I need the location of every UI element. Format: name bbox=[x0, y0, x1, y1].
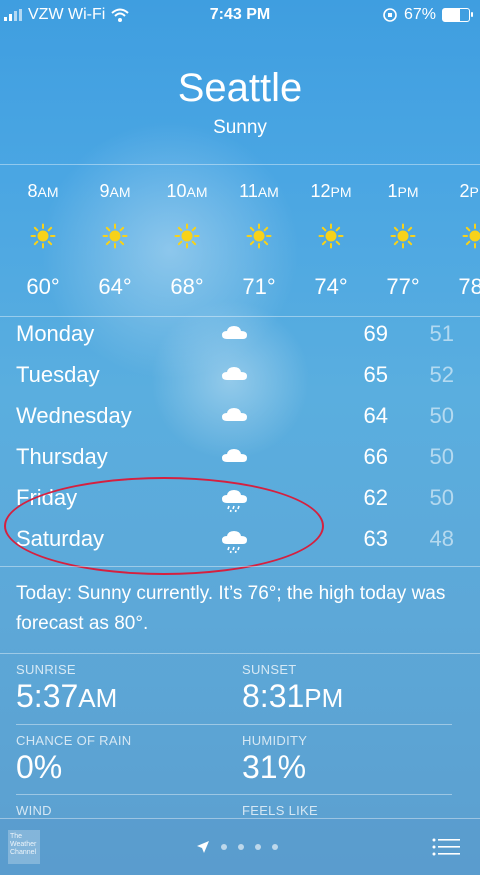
hour-time: 10AM bbox=[166, 181, 208, 201]
hourly-item: 2PM 78° bbox=[445, 165, 480, 316]
humidity-label: HUMIDITY bbox=[242, 733, 308, 748]
hourly-item: 9AM 64° bbox=[85, 165, 145, 316]
hour-temperature: 78° bbox=[458, 274, 480, 299]
orientation-lock-icon bbox=[383, 8, 397, 22]
daily-row: Monday 69 51 bbox=[0, 317, 480, 358]
page-indicator[interactable] bbox=[196, 840, 278, 854]
rain-cloud-icon bbox=[219, 485, 251, 513]
day-high-temp: 69 bbox=[363, 321, 388, 346]
hourly-item: 8AM 60° bbox=[13, 165, 73, 316]
battery-fill bbox=[443, 9, 461, 21]
location-arrow-icon bbox=[197, 841, 209, 853]
weather-channel-logo[interactable]: The Weather Channel bbox=[8, 830, 40, 864]
hour-time: 2PM bbox=[459, 181, 480, 201]
chance-of-rain-label: CHANCE OF RAIN bbox=[16, 733, 132, 748]
battery-percentage: 67% bbox=[403, 6, 436, 23]
list-icon[interactable] bbox=[432, 837, 460, 857]
sun-icon bbox=[102, 223, 128, 249]
daily-row: Tuesday 65 52 bbox=[0, 358, 480, 399]
humidity-detail: HUMIDITY 31% bbox=[242, 733, 462, 786]
sun-icon bbox=[30, 223, 56, 249]
sunrise-ampm: AM bbox=[78, 683, 118, 713]
daily-row: Thursday 66 50 bbox=[0, 440, 480, 481]
day-name: Monday bbox=[16, 321, 95, 346]
details-divider bbox=[16, 794, 452, 795]
day-high-temp: 62 bbox=[363, 485, 388, 510]
sunrise-value: 5:37AM bbox=[16, 678, 236, 715]
day-low-temp: 50 bbox=[429, 444, 454, 469]
hour-time: 11AM bbox=[239, 181, 279, 201]
page-dot bbox=[221, 844, 227, 850]
wind-detail: WIND bbox=[16, 803, 236, 818]
hour-time: 9AM bbox=[99, 181, 131, 201]
daily-row: Friday 62 50 bbox=[0, 481, 480, 522]
sunset-value: 8:31PM bbox=[242, 678, 462, 715]
feels-like-label: FEELS LIKE bbox=[242, 803, 318, 818]
hour-temperature: 60° bbox=[26, 274, 60, 299]
today-summary: Today: Sunny currently. It’s 76°; the hi… bbox=[0, 566, 480, 654]
hour-time: 12PM bbox=[310, 181, 352, 201]
day-high-temp: 64 bbox=[363, 403, 388, 428]
sun-icon bbox=[462, 223, 480, 249]
day-low-temp: 50 bbox=[429, 485, 454, 510]
sun-icon bbox=[390, 223, 416, 249]
city-name: Seattle bbox=[177, 66, 303, 110]
sun-icon bbox=[174, 223, 200, 249]
sunrise-time: 5:37 bbox=[16, 678, 79, 714]
hourly-item: 1PM 77° bbox=[373, 165, 433, 316]
hour-temperature: 71° bbox=[242, 274, 276, 299]
details-divider bbox=[16, 724, 452, 725]
day-low-temp: 52 bbox=[429, 362, 454, 387]
chance-of-rain-detail: CHANCE OF RAIN 0% bbox=[16, 733, 236, 786]
sunrise-detail: SUNRISE 5:37AM bbox=[16, 662, 236, 715]
day-high-temp: 63 bbox=[363, 526, 388, 551]
daily-row: Saturday 63 48 bbox=[0, 522, 480, 563]
sunset-ampm: PM bbox=[304, 683, 344, 713]
current-condition: Sunny bbox=[213, 117, 267, 138]
day-name: Saturday bbox=[16, 526, 105, 551]
sunset-time: 8:31 bbox=[242, 678, 305, 714]
day-high-temp: 66 bbox=[363, 444, 388, 469]
sun-icon bbox=[246, 223, 272, 249]
hour-time: 8AM bbox=[27, 181, 59, 201]
rain-cloud-icon bbox=[219, 526, 251, 554]
sun-icon bbox=[318, 223, 344, 249]
day-name: Thursday bbox=[16, 444, 108, 469]
hourly-item: 12PM 74° bbox=[301, 165, 361, 316]
day-low-temp: 51 bbox=[429, 321, 454, 346]
feels-like-detail: FEELS LIKE bbox=[242, 803, 462, 818]
sunset-detail: SUNSET 8:31PM bbox=[242, 662, 462, 715]
hour-temperature: 77° bbox=[386, 274, 420, 299]
daily-row: Wednesday 64 50 bbox=[0, 399, 480, 440]
page-dot bbox=[272, 844, 278, 850]
hour-time: 1PM bbox=[387, 181, 419, 201]
page-dot bbox=[255, 844, 261, 850]
sunrise-label: SUNRISE bbox=[16, 662, 76, 677]
day-low-temp: 50 bbox=[429, 403, 454, 428]
cloud-icon bbox=[219, 444, 251, 472]
hour-temperature: 68° bbox=[170, 274, 204, 299]
hour-temperature: 64° bbox=[98, 274, 132, 299]
bottom-toolbar: The Weather Channel bbox=[0, 818, 480, 875]
sunset-label: SUNSET bbox=[242, 662, 297, 677]
day-low-temp: 48 bbox=[429, 526, 454, 551]
page-dot bbox=[238, 844, 244, 850]
cloud-icon bbox=[219, 403, 251, 431]
cloud-icon bbox=[219, 362, 251, 390]
day-name: Tuesday bbox=[16, 362, 100, 387]
cloud-icon bbox=[219, 321, 251, 349]
chance-of-rain-value: 0% bbox=[16, 749, 63, 785]
status-bar: VZW Wi-Fi 7:43 PM 67% bbox=[0, 0, 480, 30]
status-right: 67% bbox=[382, 6, 473, 24]
hourly-item: 11AM 71° bbox=[229, 165, 289, 316]
battery-icon bbox=[442, 8, 473, 22]
hourly-item: 10AM 68° bbox=[157, 165, 217, 316]
wind-label: WIND bbox=[16, 803, 52, 818]
day-name: Friday bbox=[16, 485, 78, 510]
hourly-forecast[interactable]: 8AM 60° 9AM 64° 10AM 68° 11AM 71° 12PM 7… bbox=[0, 164, 480, 317]
humidity-value: 31% bbox=[242, 749, 307, 785]
hour-temperature: 74° bbox=[314, 274, 348, 299]
day-name: Wednesday bbox=[16, 403, 132, 428]
day-high-temp: 65 bbox=[363, 362, 388, 387]
